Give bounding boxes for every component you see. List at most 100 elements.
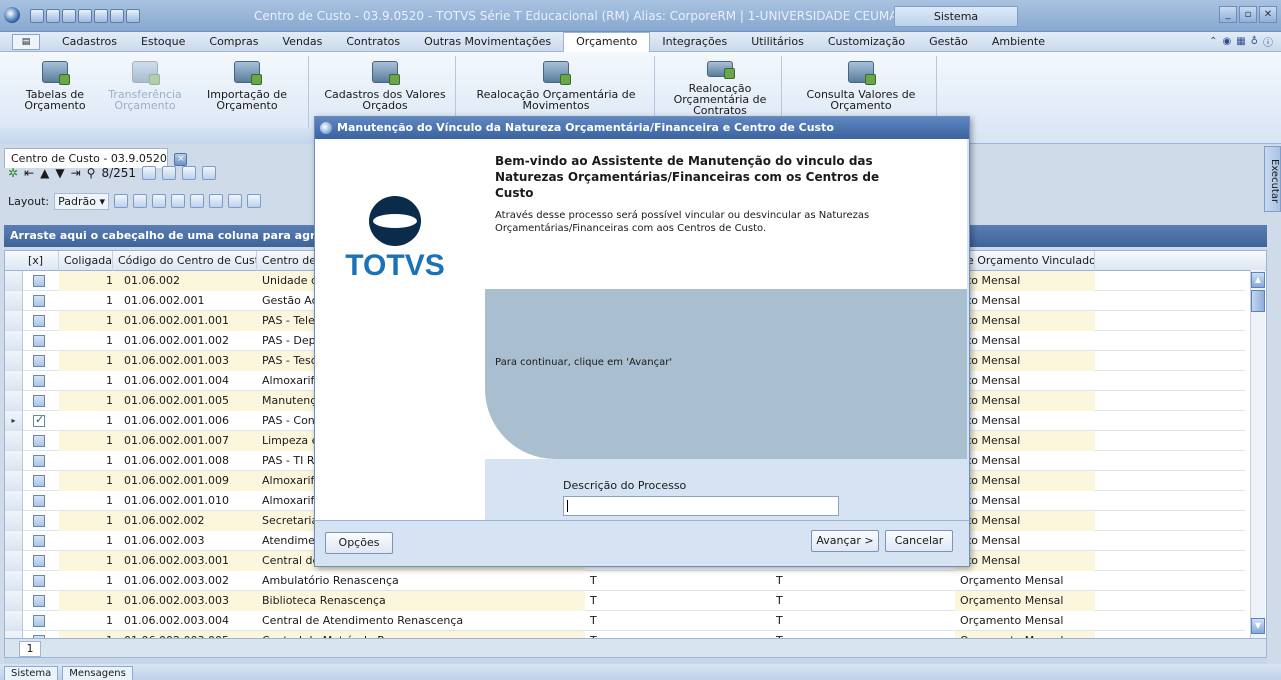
refresh-icon[interactable]: ✲ [8,166,18,180]
ribbon-button-1[interactable]: Tabelas de Orçamento [2,56,108,116]
row-checkbox[interactable] [33,515,45,527]
calendar-icon[interactable] [142,166,157,180]
process-description-input[interactable] [563,496,839,516]
save-layout-icon[interactable] [114,194,128,208]
restore-button[interactable]: ▫ [1239,6,1257,23]
table-row[interactable]: 1 01.06.002.003.002 Ambulatório Renascença… [5,571,1245,591]
view-icon[interactable] [209,194,223,208]
row-checkbox[interactable] [33,435,45,447]
row-checkbox[interactable] [33,535,45,547]
columns-icon[interactable] [133,194,147,208]
row-indicator[interactable] [5,491,23,511]
export-icon[interactable] [171,194,185,208]
menu-item-6[interactable]: Outras Movimentações [412,32,563,52]
new-icon[interactable] [46,9,60,23]
row-indicator[interactable] [5,311,23,331]
bulb-icon[interactable]: ♁ [1251,36,1258,47]
app-orb-icon[interactable] [4,7,20,23]
row-indicator[interactable] [5,351,23,371]
menu-item-9[interactable]: Utilitários [739,32,816,52]
row-checkbox[interactable] [33,615,45,627]
info-icon[interactable]: ⓘ [1263,34,1273,49]
row-checkbox[interactable] [33,295,45,307]
row-indicator[interactable] [5,331,23,351]
layout-icon[interactable]: ▦ [1236,36,1245,47]
row-checkbox[interactable] [33,595,45,607]
last-record-icon[interactable]: ⇥ [71,166,81,180]
scroll-down-icon[interactable]: ▼ [1251,618,1265,634]
process-icon[interactable] [162,166,177,180]
ribbon-button-4[interactable]: Cadastros dos Valores Orçados [314,56,456,116]
row-checkbox[interactable] [33,575,45,587]
row-checkbox[interactable] [33,375,45,387]
row-checkbox[interactable] [33,555,45,567]
row-indicator[interactable] [5,571,23,591]
menu-item-3[interactable]: Compras [197,32,270,52]
system-tab[interactable]: Sistema [894,6,1018,27]
menu-item-2[interactable]: Estoque [129,32,197,52]
menu-item-12[interactable]: Ambiente [980,32,1057,52]
menu-item-1[interactable]: Cadastros [50,32,129,52]
filter-icon[interactable] [152,194,166,208]
scroll-up-icon[interactable]: ▲ [1251,272,1265,288]
close-button[interactable]: ✕ [1259,6,1277,23]
print-icon[interactable] [182,166,197,180]
menu-item-11[interactable]: Gestão [917,32,980,52]
status-tab-2[interactable]: Mensagens [62,666,133,680]
grid-vertical-scrollbar[interactable]: ▲ ▼ [1250,270,1265,638]
app-menu-icon[interactable]: ▤ [12,33,40,50]
window-icon[interactable] [62,9,76,23]
row-checkbox[interactable] [33,315,45,327]
row-checkbox[interactable] [33,395,45,407]
previous-record-icon[interactable]: ▲ [40,166,49,180]
menu-item-8[interactable]: Integrações [650,32,739,52]
first-record-icon[interactable]: ⇤ [24,166,34,180]
table-row[interactable]: 1 01.06.002.003.003 Biblioteca Renascença T… [5,591,1245,611]
row-checkbox[interactable] [33,335,45,347]
row-indicator[interactable] [5,271,23,291]
collapse-ribbon-icon[interactable]: ⌃ [1209,36,1217,47]
grid-icon[interactable] [78,9,92,23]
row-checkbox[interactable] [33,355,45,367]
excel-icon[interactable] [228,194,242,208]
ribbon-button-6[interactable]: Realocação Orçamentária de Contratos [658,56,782,116]
minimize-button[interactable]: _ [1219,6,1237,23]
row-checkbox[interactable] [33,275,45,287]
scroll-thumb[interactable] [1251,290,1265,312]
ribbon-button-3[interactable]: Importação de Orçamento [184,56,310,116]
user-icon[interactable]: ◉ [1222,36,1231,47]
row-checkbox[interactable] [33,475,45,487]
next-record-icon[interactable]: ▼ [55,166,64,180]
tools-icon[interactable] [94,9,108,23]
next-button[interactable]: Avançar > [811,530,879,552]
column-header-2[interactable]: Coligada [59,251,113,271]
row-indicator[interactable] [5,451,23,471]
row-indicator[interactable] [5,391,23,411]
column-header-3[interactable]: Código do Centro de Custo [113,251,257,271]
options-button[interactable]: Opções [325,532,393,554]
row-checkbox[interactable] [33,413,45,427]
row-indicator[interactable] [5,611,23,631]
find-icon[interactable]: ⚲ [87,166,96,180]
delete-layout-icon[interactable] [190,194,204,208]
row-indicator[interactable] [5,531,23,551]
menu-item-7[interactable]: Orçamento [563,31,651,52]
row-indicator[interactable] [5,591,23,611]
row-indicator[interactable] [5,471,23,491]
ribbon-button-7[interactable]: Consulta Valores de Orçamento [786,56,936,116]
ribbon-button-2[interactable]: Transferência Orçamento [108,56,182,116]
row-indicator[interactable] [5,371,23,391]
row-checkbox[interactable] [33,455,45,467]
status-tab-1[interactable]: Sistema [4,666,59,680]
cancel-button[interactable]: Cancelar [885,530,953,552]
side-panel-execute[interactable]: Executar [1264,146,1281,212]
help-icon[interactable] [110,9,124,23]
column-header-1[interactable]: [x] [23,251,59,271]
copy-icon[interactable] [126,9,140,23]
menu-item-10[interactable]: Customização [816,32,917,52]
page-number[interactable]: 1 [19,641,41,657]
row-indicator[interactable] [5,551,23,571]
attachment-icon[interactable] [202,166,217,180]
row-indicator[interactable] [5,431,23,451]
refresh-icon[interactable] [30,9,44,23]
